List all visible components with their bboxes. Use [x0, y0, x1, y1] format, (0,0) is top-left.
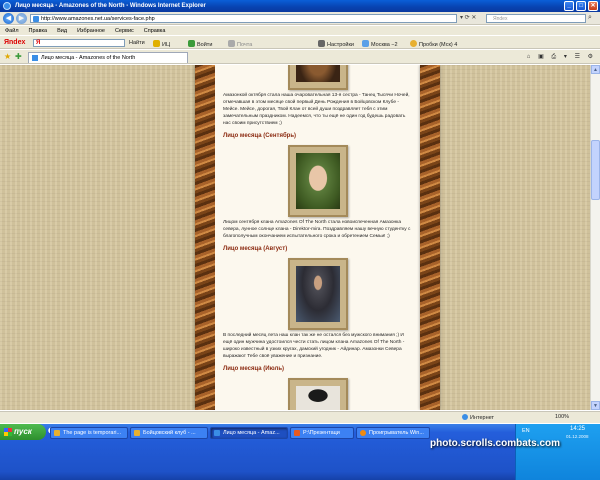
portrait-frame-august	[287, 258, 348, 330]
july-heading: Лицо месяца (Июль)	[223, 366, 285, 372]
menu-favorites[interactable]: Избранное	[77, 28, 105, 34]
title-bar: Лицо месяца - Amazones of the North - Wi…	[0, 0, 600, 12]
start-button[interactable]: пуск	[0, 424, 46, 440]
yandex-find-button[interactable]: Найти	[129, 40, 145, 46]
back-button[interactable]: ◀	[3, 13, 14, 24]
login-icon	[188, 40, 195, 47]
tab-favicon	[32, 55, 38, 61]
task-button[interactable]: The page is temporari...	[50, 427, 128, 439]
window-title: Лицо месяца - Amazones of the North - Wi…	[15, 3, 206, 9]
menu-help[interactable]: Справка	[144, 28, 166, 34]
september-heading: Лицо месяца (Сентябрь)	[223, 133, 297, 139]
security-zone: Интернет	[462, 414, 494, 421]
command-bar-tools[interactable]: ⌂ ▣ ⎙ ▾ ☰ ⚙	[527, 53, 596, 61]
rope-border-right	[420, 65, 440, 410]
gear-icon	[318, 40, 325, 47]
watermark: photo.scrolls.combats.com	[430, 438, 561, 449]
august-text: В последний месяц лета наш клан так же н…	[223, 333, 405, 359]
menu-view[interactable]: Вид	[57, 28, 67, 34]
yandex-settings-button[interactable]: Настройки	[318, 40, 354, 48]
october-text: Амазонкой октября стала наша очарователь…	[223, 93, 410, 126]
vertical-scrollbar[interactable]: ▲ ▼	[590, 65, 600, 410]
close-button[interactable]: ✕	[588, 1, 598, 11]
minimize-button[interactable]: _	[564, 1, 574, 11]
refresh-stop-icons[interactable]: ▾ ⟳ ✕	[460, 14, 482, 23]
search-input[interactable]: Яndex	[486, 14, 586, 23]
task-button-active[interactable]: Лицо месяца - Amaz...	[210, 427, 288, 439]
rope-border-left	[195, 65, 215, 410]
globe-icon	[462, 414, 468, 420]
september-text: Лицом сентября клана Amazones Of The Nor…	[223, 220, 411, 239]
clock[interactable]: 14:25	[570, 426, 585, 432]
add-favorites-icon[interactable]: ✚	[15, 52, 22, 61]
maximize-button[interactable]: □	[576, 1, 586, 11]
yandex-mail-button[interactable]: Почта	[228, 40, 252, 48]
yandex-login-button[interactable]: Войти	[188, 40, 212, 48]
url-text: http://www.amazones.net.ua/services-face…	[41, 16, 155, 22]
tab-bar: ★ ✚ Лицо месяца - Amazones of the North …	[0, 50, 600, 64]
language-indicator[interactable]: EN	[522, 428, 530, 434]
page-content: Амазонкой октября стала наша очарователь…	[0, 65, 590, 410]
portrait-august	[295, 266, 340, 322]
task-button[interactable]: Р:\Презентаци	[290, 427, 354, 439]
task-button[interactable]: Бойцовский клуб - ...	[130, 427, 208, 439]
portrait-frame-july	[287, 378, 348, 410]
page-icon	[33, 16, 39, 22]
yandex-traffic-button[interactable]: Пробки (Мск) 4	[410, 40, 457, 48]
mail-icon	[228, 40, 235, 47]
portrait-september	[295, 153, 340, 209]
scroll-down-arrow[interactable]: ▼	[591, 401, 600, 410]
powerpoint-icon	[294, 430, 300, 436]
tab-current[interactable]: Лицо месяца - Amazones of the North	[28, 52, 188, 63]
menu-tools[interactable]: Сервис	[115, 28, 134, 34]
url-field[interactable]: http://www.amazones.net.ua/services-face…	[30, 14, 457, 23]
ie-icon	[3, 2, 11, 10]
scroll-up-arrow[interactable]: ▲	[591, 65, 600, 74]
portrait-frame-september	[287, 145, 348, 217]
tab-title: Лицо месяца - Amazones of the North	[41, 55, 136, 61]
scroll-thumb[interactable]	[591, 140, 600, 200]
taskbar: пуск ⬤ ◆ ◉ The page is temporari... Бойц…	[0, 424, 600, 480]
search-icon[interactable]: ⌕	[588, 14, 597, 23]
forward-button[interactable]: ▶	[16, 13, 27, 24]
yandex-search-input[interactable]: Я	[33, 39, 125, 47]
windows-logo-icon	[4, 428, 12, 436]
address-bar: ◀ ▶ http://www.amazones.net.ua/services-…	[0, 12, 600, 25]
menu-bar: Файл Правка Вид Избранное Сервис Справка	[0, 26, 600, 35]
menu-edit[interactable]: Правка	[29, 28, 48, 34]
portrait-october	[295, 65, 340, 82]
task-icon	[54, 430, 60, 436]
traffic-icon	[410, 40, 417, 47]
august-heading: Лицо месяца (Август)	[223, 246, 288, 252]
status-bar: Интернет 100%	[0, 411, 600, 423]
zoom-level[interactable]: 100%	[555, 414, 569, 420]
yandex-logo[interactable]: Яndex	[4, 39, 25, 46]
yandex-ic-button[interactable]: ИЦ	[153, 40, 170, 48]
portrait-frame-october	[287, 65, 348, 90]
ic-icon	[153, 40, 160, 47]
clock-date: 01.12.2008	[566, 434, 589, 439]
task-button[interactable]: Проигрыватель Win...	[356, 427, 430, 439]
media-player-icon	[360, 430, 366, 436]
task-icon	[134, 430, 140, 436]
ie-task-icon	[214, 430, 220, 436]
menu-file[interactable]: Файл	[5, 28, 19, 34]
content-panel: Амазонкой октября стала наша очарователь…	[215, 65, 420, 410]
yandex-toolbar: Яndex Я Найти ИЦ Войти Почта Настройки М…	[0, 35, 600, 49]
yandex-weather-button[interactable]: Москва −2	[362, 40, 398, 48]
portrait-july	[295, 386, 340, 410]
favorites-star-icon[interactable]: ★	[4, 52, 11, 61]
snowflake-icon	[362, 40, 369, 47]
